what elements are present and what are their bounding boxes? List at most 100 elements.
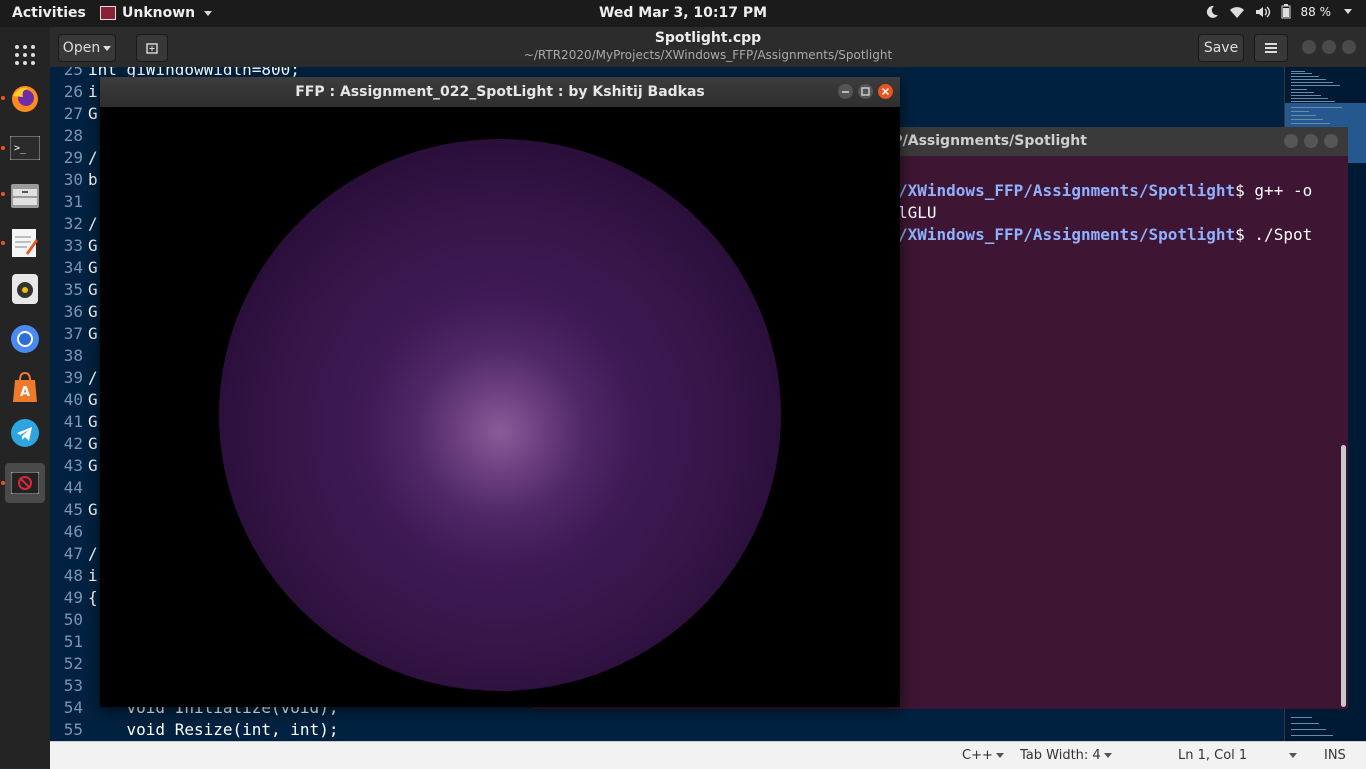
code-line: 52 bbox=[50, 653, 88, 675]
opengl-close-button[interactable] bbox=[878, 84, 893, 99]
tab-width-label: Tab Width: 4 bbox=[1020, 748, 1101, 763]
dock-chromium[interactable] bbox=[5, 319, 45, 359]
line-number: 40 bbox=[63, 390, 83, 409]
code-line: 55 void Resize(int, int); bbox=[50, 719, 339, 741]
terminal-close-button[interactable] bbox=[1324, 134, 1338, 148]
chevron-down-icon bbox=[1103, 753, 1112, 758]
tab-width-selector[interactable]: Tab Width: 4 bbox=[1020, 748, 1112, 763]
code-line: 50 bbox=[50, 609, 88, 631]
line-number: 31 bbox=[63, 192, 83, 211]
minimize-button[interactable] bbox=[1302, 40, 1316, 54]
dock-rhythmbox[interactable] bbox=[5, 269, 45, 309]
system-tray[interactable]: 88 % bbox=[1205, 4, 1352, 19]
minimap-line bbox=[1291, 717, 1312, 718]
dock-software[interactable]: A bbox=[5, 367, 45, 407]
code-line: 29 / bbox=[50, 147, 98, 169]
code-line: 34 G bbox=[50, 257, 98, 279]
volume-icon bbox=[1255, 6, 1270, 17]
terminal-scrollbar[interactable] bbox=[1341, 445, 1346, 707]
save-button[interactable]: Save bbox=[1198, 34, 1244, 62]
line-number: 45 bbox=[63, 500, 83, 519]
dock: >_ A bbox=[0, 27, 50, 768]
code-text: void Resize(int, int); bbox=[88, 720, 339, 739]
opengl-window: FFP : Assignment_022_SpotLight : by Kshi… bbox=[100, 77, 900, 707]
language-selector[interactable]: C++ bbox=[962, 748, 1004, 763]
save-label: Save bbox=[1203, 40, 1239, 56]
line-number: 37 bbox=[63, 324, 83, 343]
line-number: 39 bbox=[63, 368, 83, 387]
code-line: 49 { bbox=[50, 587, 98, 609]
code-line: 46 bbox=[50, 521, 88, 543]
language-label: C++ bbox=[962, 748, 993, 763]
line-number: 55 bbox=[63, 720, 83, 739]
line-number: 26 bbox=[63, 82, 83, 101]
activities-button[interactable]: Activities bbox=[12, 5, 86, 21]
hamburger-menu-button[interactable] bbox=[1254, 34, 1288, 62]
code-line: 42 G bbox=[50, 433, 98, 455]
line-number: 50 bbox=[63, 610, 83, 629]
code-text: G bbox=[88, 456, 98, 475]
code-line: 33 G bbox=[50, 235, 98, 257]
code-text: i bbox=[88, 566, 98, 585]
code-line: 48 i bbox=[50, 565, 98, 587]
app-icon bbox=[100, 6, 116, 20]
dock-text-editor[interactable] bbox=[5, 223, 45, 263]
code-line: 32 / bbox=[50, 213, 98, 235]
cursor-position-label: Ln 1, Col 1 bbox=[1178, 748, 1248, 763]
line-number: 33 bbox=[63, 236, 83, 255]
dock-opengl-app[interactable] bbox=[5, 463, 45, 503]
minimap-line bbox=[1291, 735, 1333, 736]
dock-files[interactable] bbox=[5, 175, 45, 215]
opengl-minimize-button[interactable] bbox=[838, 84, 853, 99]
code-text: G bbox=[88, 236, 98, 255]
line-number: 30 bbox=[63, 170, 83, 189]
code-line: 44 bbox=[50, 477, 88, 499]
line-number: 28 bbox=[63, 126, 83, 145]
code-text: G bbox=[88, 104, 98, 123]
insert-mode[interactable]: INS bbox=[1324, 748, 1346, 763]
terminal-line: lGLU bbox=[898, 203, 937, 222]
battery-percentage: 88 % bbox=[1300, 4, 1332, 19]
minimap-line bbox=[1291, 115, 1316, 116]
show-applications-button[interactable] bbox=[5, 35, 45, 75]
chevron-down-icon bbox=[995, 753, 1004, 758]
cursor-position[interactable]: Ln 1, Col 1 bbox=[1178, 748, 1247, 763]
opengl-title-bar[interactable]: FFP : Assignment_022_SpotLight : by Kshi… bbox=[100, 77, 900, 107]
svg-text:A: A bbox=[20, 385, 30, 400]
line-number: 35 bbox=[63, 280, 83, 299]
position-dropdown[interactable] bbox=[1286, 748, 1297, 763]
clock[interactable]: Wed Mar 3, 10:17 PM bbox=[599, 5, 767, 21]
minimap-line bbox=[1291, 79, 1326, 80]
dock-firefox[interactable] bbox=[5, 79, 45, 119]
code-line: 40 G bbox=[50, 389, 98, 411]
minimap-line bbox=[1291, 98, 1328, 99]
minimap-line bbox=[1291, 76, 1319, 77]
terminal-line: /XWindows_FFP/Assignments/Spotlight$ ./S… bbox=[898, 225, 1313, 244]
terminal-maximize-button[interactable] bbox=[1304, 134, 1318, 148]
line-number: 49 bbox=[63, 588, 83, 607]
opengl-maximize-button[interactable] bbox=[858, 84, 873, 99]
maximize-button[interactable] bbox=[1322, 40, 1336, 54]
terminal-minimize-button[interactable] bbox=[1284, 134, 1298, 148]
dock-telegram[interactable] bbox=[5, 413, 45, 453]
top-bar: Activities Unknown Wed Mar 3, 10:17 PM 8… bbox=[0, 0, 1366, 27]
line-number: 38 bbox=[63, 346, 83, 365]
opengl-canvas[interactable] bbox=[100, 107, 900, 707]
hamburger-menu-icon bbox=[1265, 43, 1277, 53]
line-number: 34 bbox=[63, 258, 83, 277]
minimap-line bbox=[1291, 92, 1314, 93]
code-text: G bbox=[88, 258, 98, 277]
minimap-line bbox=[1291, 729, 1326, 730]
close-button[interactable] bbox=[1342, 40, 1356, 54]
app-menu[interactable]: Unknown bbox=[100, 5, 213, 21]
minimap-line bbox=[1291, 123, 1330, 124]
firefox-icon bbox=[12, 86, 38, 112]
code-line: 39 / bbox=[50, 367, 98, 389]
code-text: G bbox=[88, 324, 98, 343]
dock-terminal[interactable]: >_ bbox=[5, 128, 45, 168]
files-icon bbox=[11, 184, 39, 208]
